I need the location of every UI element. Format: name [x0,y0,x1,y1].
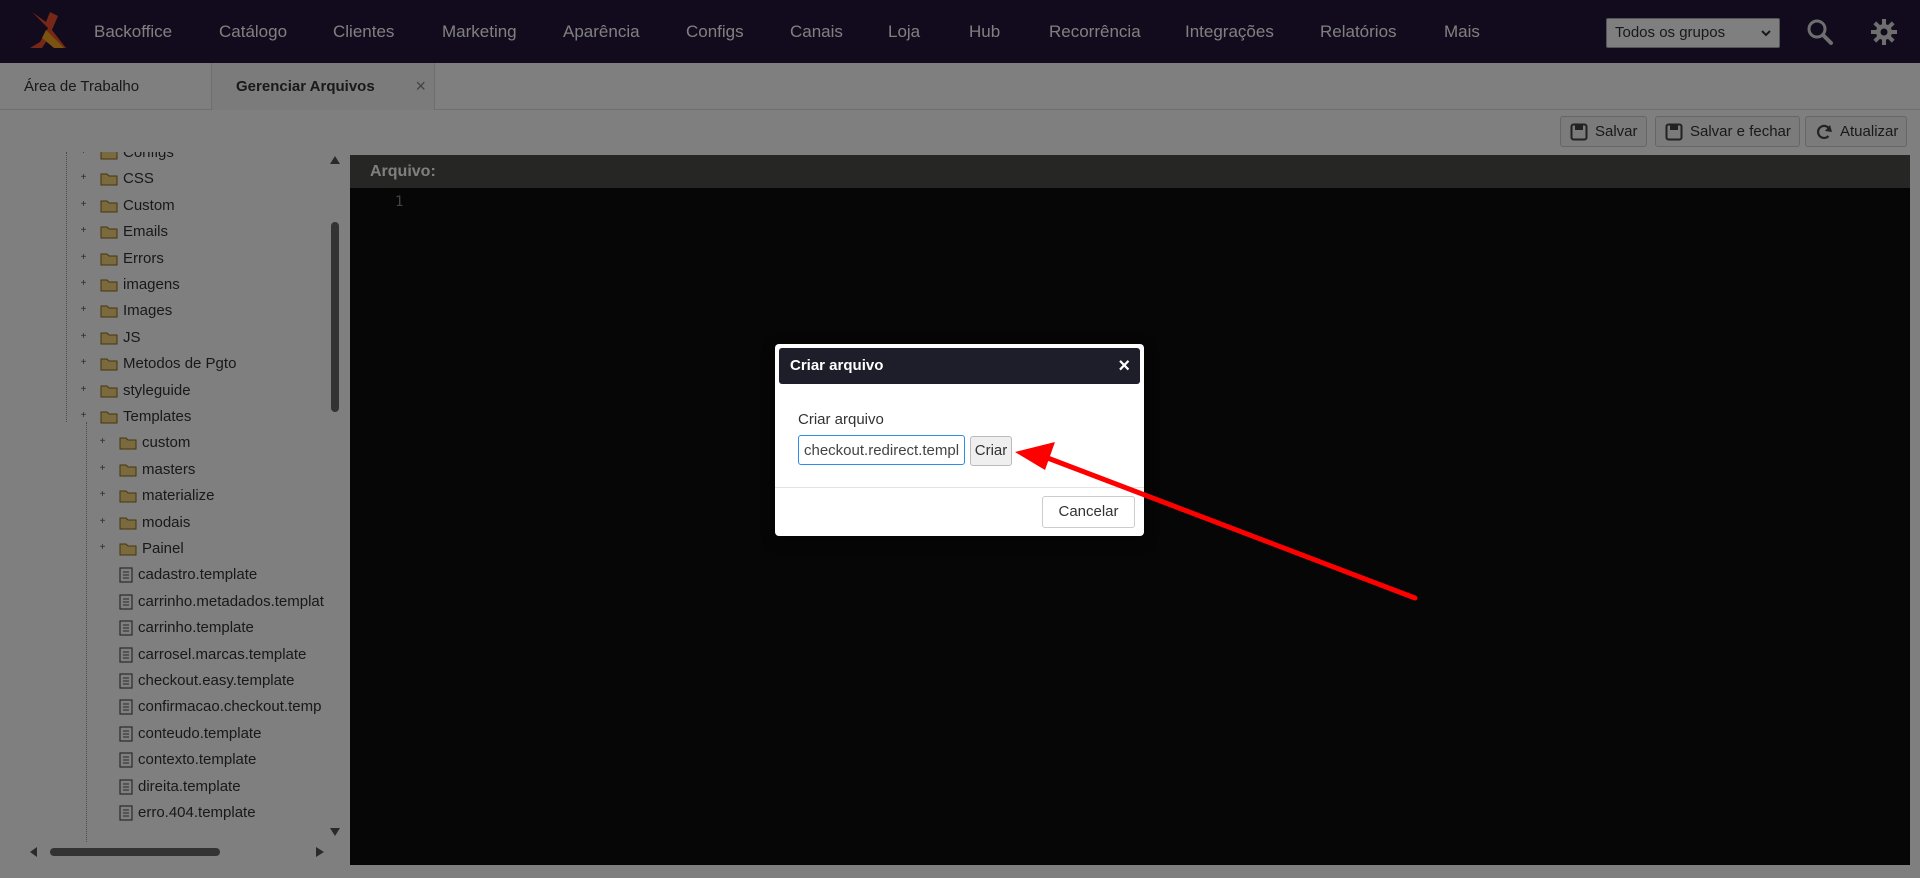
dialog-header: Criar arquivo × [779,348,1140,384]
create-button[interactable]: Criar [970,436,1012,466]
cancel-button[interactable]: Cancelar [1042,496,1135,528]
divider [775,487,1144,488]
filename-label: Criar arquivo [798,411,884,428]
filename-input[interactable] [798,435,965,465]
close-icon[interactable]: × [1118,348,1130,384]
create-file-dialog: Criar arquivo × Criar arquivo Criar Canc… [775,344,1144,536]
dialog-title: Criar arquivo [790,357,884,374]
